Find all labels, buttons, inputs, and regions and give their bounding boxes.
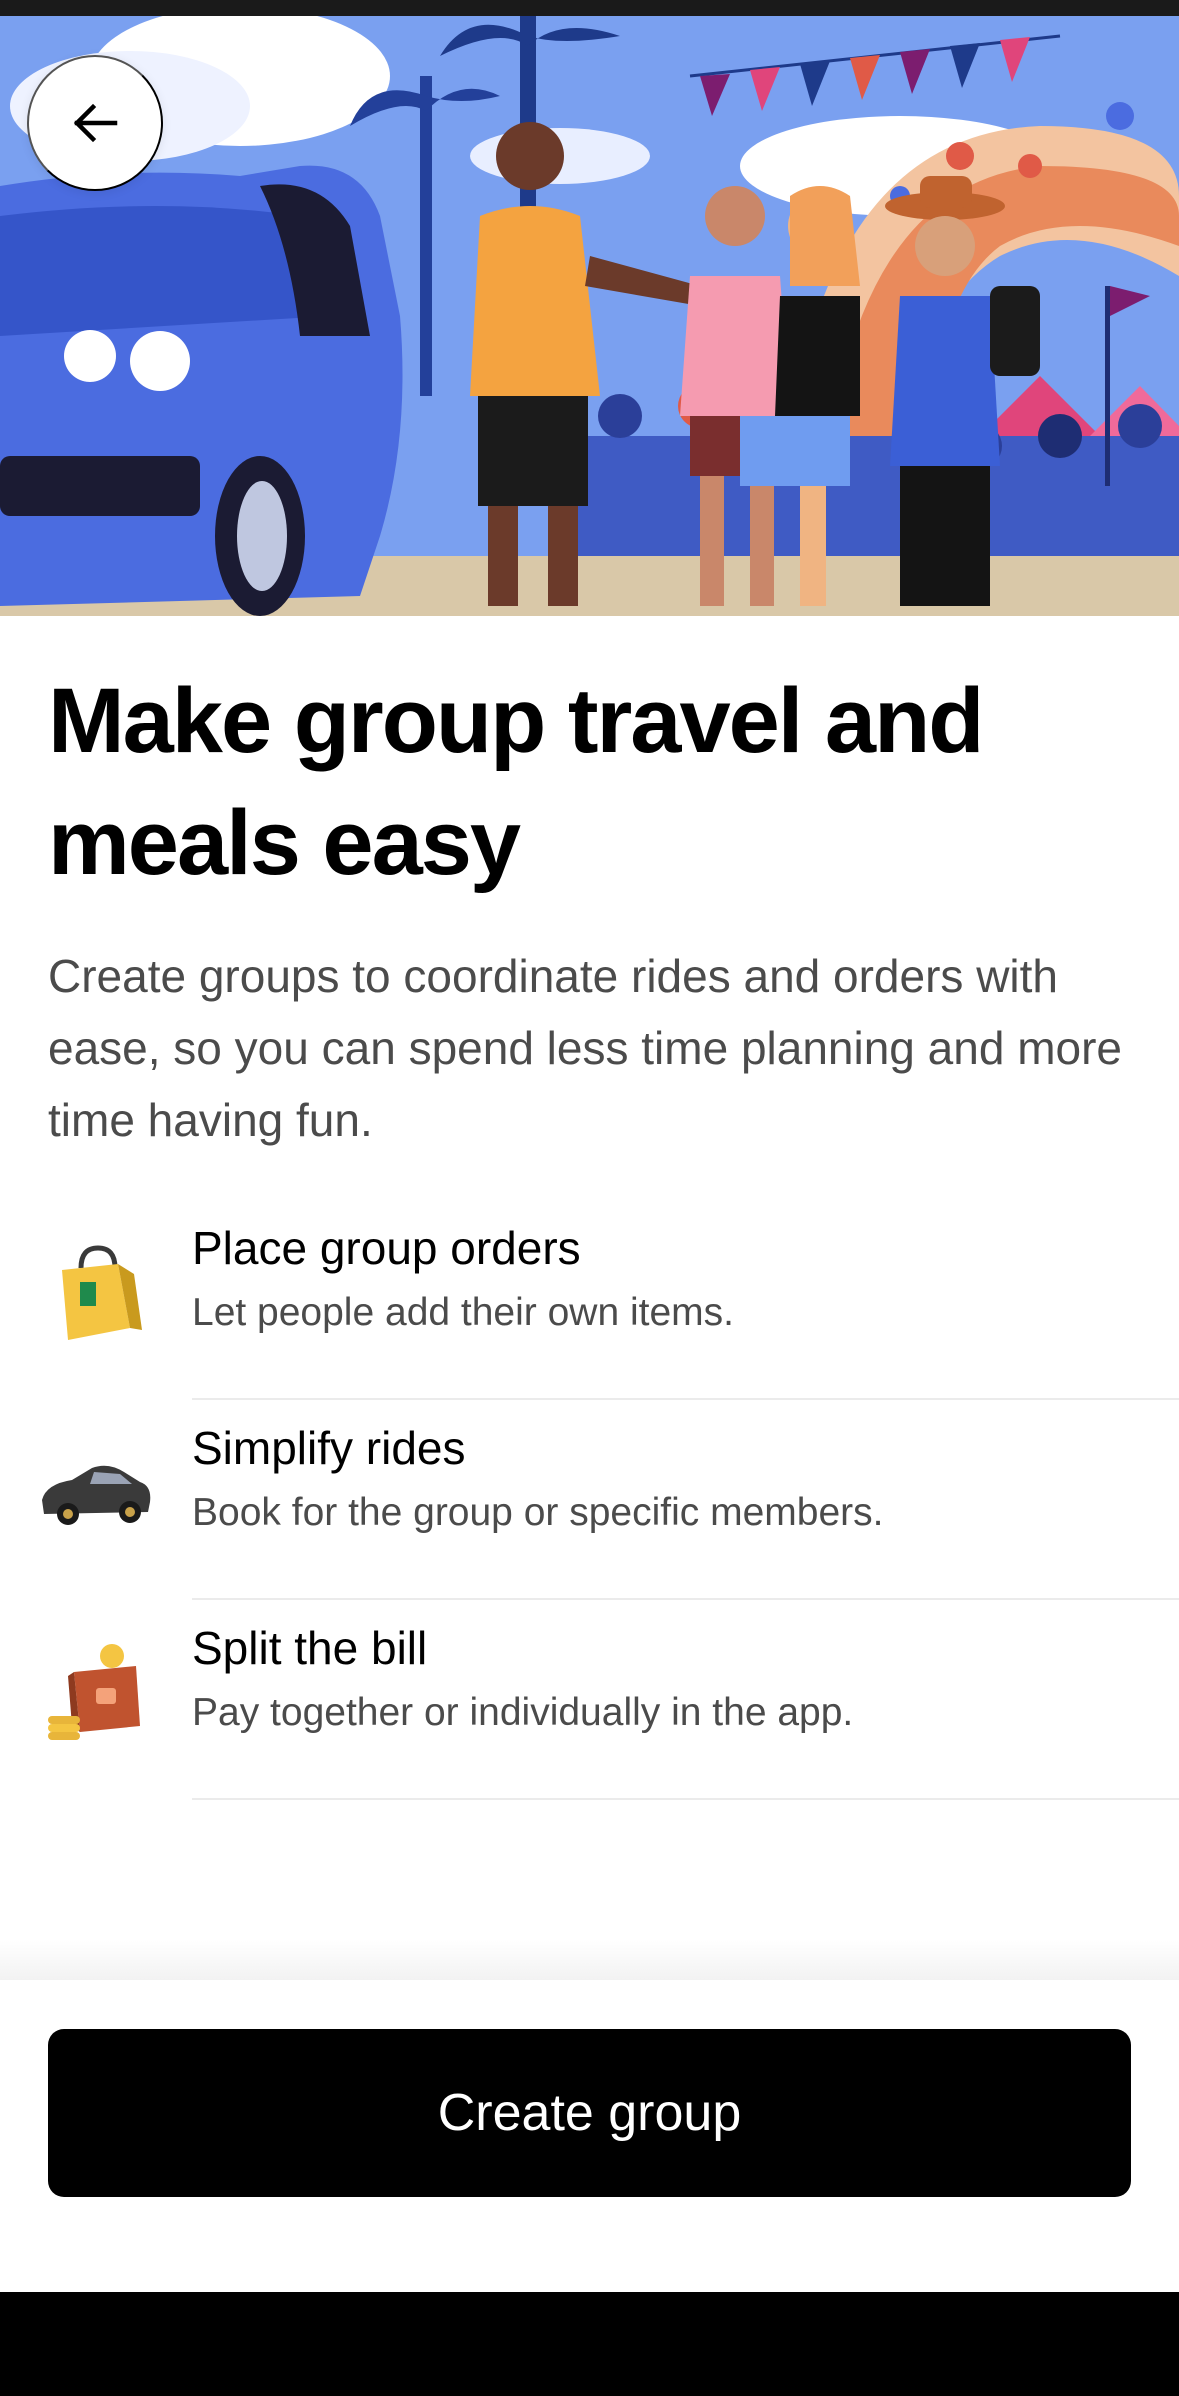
feature-item-simplify-rides: Simplify rides Book for the group or spe… [0,1400,1179,1600]
footer: Create group [0,1980,1179,2292]
feature-description: Let people add their own items. [192,1291,735,1334]
footer-shadow [0,1940,1179,1980]
feature-title: Place group orders [192,1222,581,1274]
shopping-bag-icon [36,1230,156,1350]
system-navigation-bar [0,2292,1179,2396]
back-button[interactable] [27,55,163,191]
create-group-button[interactable]: Create group [48,2029,1131,2197]
page-subtitle: Create groups to coordinate rides and or… [48,950,1122,1146]
feature-title: Split the bill [192,1622,428,1674]
feature-description: Pay together or individually in the app. [192,1691,854,1734]
arrow-left-icon [71,99,119,147]
hero-illustration [0,16,1179,616]
wallet-coins-icon [36,1630,156,1750]
feature-item-group-orders: Place group orders Let people add their … [0,1200,1179,1400]
intro-section: Make group travel and meals easy Create … [48,660,1138,1156]
divider [192,1798,1179,1800]
car-icon [36,1430,156,1550]
status-bar-strip [0,0,1179,16]
feature-description: Book for the group or specific members. [192,1491,884,1534]
page-title: Make group travel and meals easy [48,670,984,894]
feature-item-split-bill: Split the bill Pay together or individua… [0,1600,1179,1800]
feature-title: Simplify rides [192,1422,466,1474]
